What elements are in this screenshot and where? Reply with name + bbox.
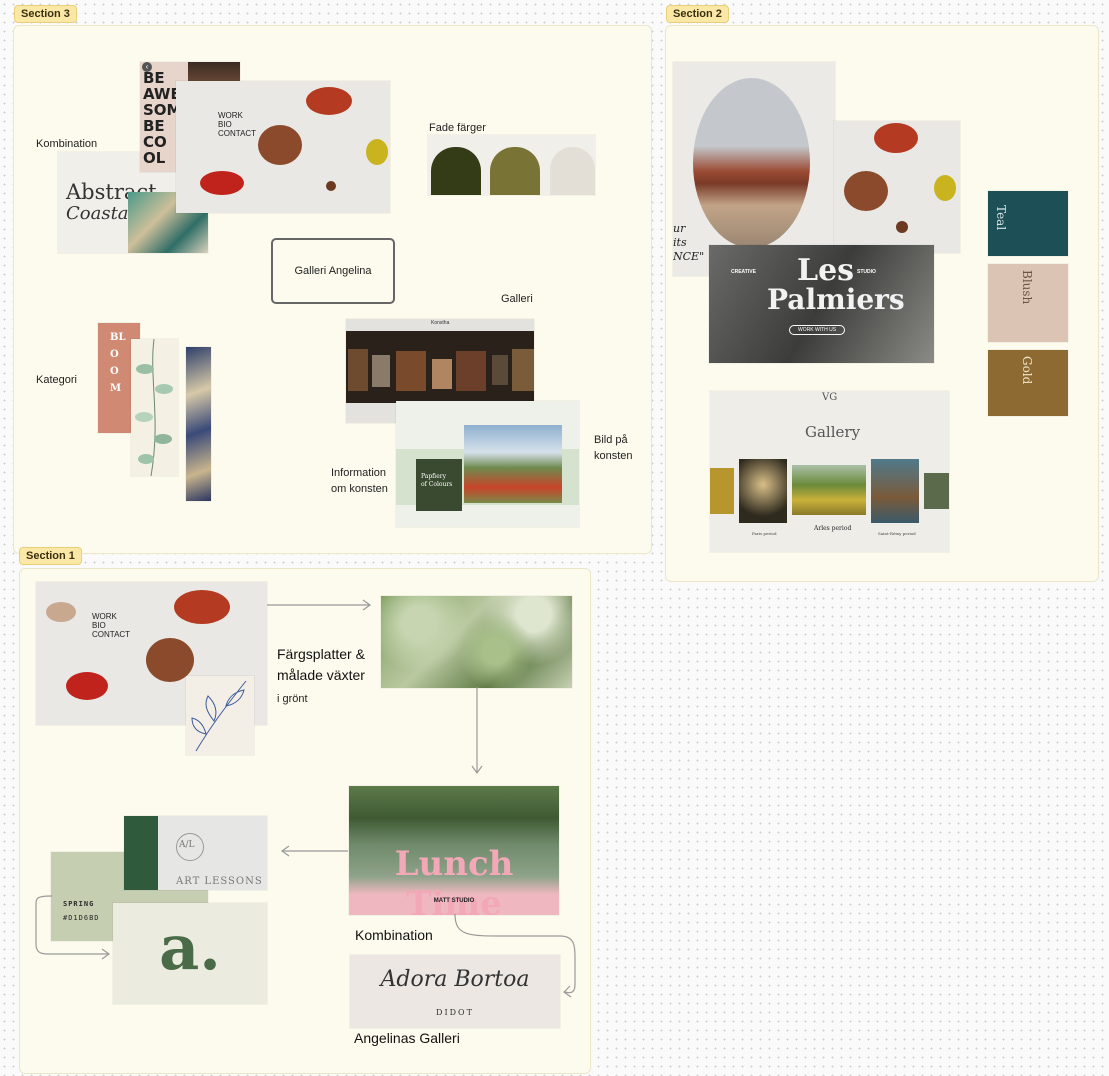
painting — [348, 349, 368, 391]
section-2-tag[interactable]: Section 2 — [666, 5, 729, 23]
desert-oval — [693, 78, 810, 248]
al-monogram: A/L — [179, 840, 195, 850]
fade-swatch-2 — [490, 147, 540, 195]
lunch-time-title: Lunch Time — [394, 844, 514, 915]
paint-blot — [174, 590, 230, 624]
swatch-gold-label: Gold — [1020, 356, 1034, 385]
marble-pattern-card[interactable] — [186, 347, 211, 501]
lunch-time-image[interactable]: Lunch Time MATT STUDIO — [349, 786, 559, 915]
paint-blot — [366, 139, 388, 165]
studio-label: STUDIO — [857, 269, 876, 275]
painting — [396, 351, 426, 391]
a-logo-card[interactable]: a. — [113, 903, 267, 1004]
matt-studio-label: MATT STUDIO — [433, 898, 475, 904]
signature-text: Adora Bortoa — [380, 967, 530, 992]
watercolor-leaves-card[interactable] — [131, 339, 178, 476]
didot-label: DIDOT — [436, 1008, 474, 1017]
painting-wheatfield — [792, 465, 866, 515]
section-1-tag[interactable]: Section 1 — [19, 547, 82, 565]
paint-blot — [306, 87, 352, 115]
label-fade-farger: Fade färger — [429, 122, 486, 134]
swatch-teal-label: Teal — [994, 205, 1008, 231]
painting — [432, 359, 452, 389]
painting — [710, 468, 734, 514]
fade-swatch-3 — [550, 147, 595, 195]
label-bild: Bild på konsten — [594, 434, 633, 462]
work-menu: WORK BIO CONTACT — [218, 111, 257, 138]
art-lessons-label: ART LESSONS — [176, 876, 263, 887]
painting-sunflowers — [739, 459, 787, 523]
creative-label: CREATIVE — [731, 269, 756, 275]
art-lessons-green-bar — [124, 816, 158, 890]
paint-blot — [258, 125, 302, 165]
bloom-text: BLOOM — [110, 332, 126, 394]
palmiers-title: Palmiers — [767, 283, 905, 316]
paint-splatter-image-2[interactable] — [834, 121, 960, 253]
swatch-blush-label: Blush — [1020, 270, 1034, 305]
art-lessons-card[interactable]: A/L ART LESSONS — [124, 816, 267, 890]
info-card-title: Papfiery of Colours — [421, 473, 453, 488]
paint-blot — [66, 672, 108, 700]
galleri-angelina-label: Galleri Angelina — [294, 265, 372, 277]
arrow-connector[interactable] — [280, 841, 350, 861]
signature-image[interactable]: Adora Bortoa DIDOT — [350, 955, 560, 1028]
section-3-tag[interactable]: Section 3 — [14, 5, 77, 23]
gallery-title: Gallery — [805, 423, 861, 441]
label-galleri: Galleri — [501, 293, 533, 305]
label-fargplatter: Färgsplatter & målade växter — [277, 646, 365, 683]
swatch-gold[interactable]: Gold — [988, 350, 1068, 416]
arrow-connector[interactable] — [32, 892, 112, 962]
work-with-us-button[interactable]: WORK WITH US — [789, 325, 846, 335]
les-palmiers-image[interactable]: CREATIVE STUDIO Les Palmiers WORK WITH U… — [709, 245, 934, 363]
gallery-site-image[interactable]: VG Gallery Paris period Arles period Sai… — [710, 391, 949, 552]
arrow-connector[interactable] — [467, 686, 487, 776]
botanical-illustration — [191, 680, 247, 752]
painting — [372, 355, 390, 387]
swatch-blush[interactable]: Blush — [988, 264, 1068, 342]
label-information: Information om konsten — [331, 467, 388, 495]
painting — [512, 349, 534, 391]
paint-blot — [326, 181, 336, 191]
paint-blot — [200, 171, 244, 195]
quote-text: ur its NCE" — [673, 222, 705, 263]
fade-swatch-1 — [431, 147, 481, 195]
label-angelinas-galleri: Angelinas Galleri — [354, 1030, 460, 1046]
period-arles: Arles period — [814, 525, 852, 532]
leaves-illustration — [135, 339, 173, 476]
label-kategori: Kategori — [36, 374, 77, 386]
paint-blot — [46, 602, 76, 622]
vg-monogram: VG — [822, 392, 838, 403]
label-i-gront: i grönt — [277, 693, 308, 705]
a-logo: a. — [159, 911, 221, 984]
fade-colors-palette[interactable] — [428, 135, 595, 195]
paint-blot — [934, 175, 956, 201]
label-kombination: Kombination — [36, 138, 98, 150]
arrow-connector[interactable] — [266, 595, 386, 615]
gallery-site-title: Konstha — [431, 320, 450, 326]
desert-oval-image[interactable]: ur its NCE" — [673, 62, 835, 276]
painting-self-portrait — [871, 459, 919, 523]
period-saint-remy: Saint-Rémy period — [878, 531, 916, 536]
painting — [456, 351, 486, 391]
paint-blot — [896, 221, 908, 233]
coastal-title: Coastal — [66, 203, 135, 224]
paint-blot — [844, 171, 888, 211]
poppy-field-painting — [464, 425, 562, 503]
arrow-left-icon[interactable]: ‹ — [142, 62, 152, 72]
painting — [492, 355, 508, 385]
work-menu-2: WORK BIO CONTACT — [92, 612, 131, 639]
paint-splatter-image[interactable]: WORK BIO CONTACT — [176, 81, 390, 213]
period-paris: Paris period — [752, 531, 777, 536]
painting — [924, 473, 949, 509]
art-info-image[interactable]: Papfiery of Colours — [396, 401, 579, 527]
moss-garden-image[interactable] — [381, 596, 572, 688]
label-kombination-s1: Kombination — [355, 927, 433, 943]
blue-botanical-card[interactable] — [186, 676, 254, 755]
swatch-teal[interactable]: Teal — [988, 191, 1068, 256]
paint-blot — [874, 123, 918, 153]
galleri-angelina-box[interactable]: Galleri Angelina — [271, 238, 395, 304]
